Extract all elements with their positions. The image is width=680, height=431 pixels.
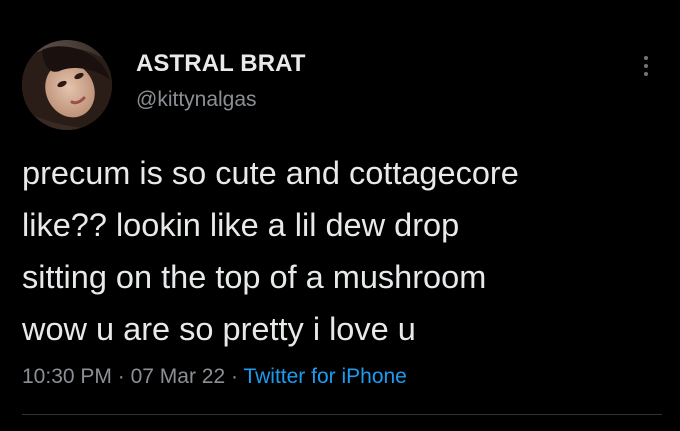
user-avatar-photo-icon <box>22 40 112 130</box>
display-name[interactable]: ASTRAL BRAT <box>136 50 306 78</box>
meta-separator: · <box>117 365 125 388</box>
vertical-ellipsis-icon-dot <box>644 72 648 76</box>
user-handle[interactable]: @kittynalgas <box>136 88 257 112</box>
vertical-ellipsis-icon-dot <box>644 64 648 68</box>
tweet-date[interactable]: 07 Mar 22 <box>131 365 226 388</box>
tweet-text-line: sitting on the top of a mushroom <box>22 259 487 295</box>
more-options-button[interactable] <box>634 50 658 82</box>
tweet-text-line: like?? lookin like a lil dew drop <box>22 207 460 243</box>
divider <box>22 414 662 415</box>
tweet-text: precum is so cute and cottagecore like??… <box>22 147 672 355</box>
tweet-text-line: wow u are so pretty i love u <box>22 311 416 347</box>
tweet-source-link[interactable]: Twitter for iPhone <box>243 365 406 388</box>
tweet-card: ASTRAL BRAT @kittynalgas precum is so cu… <box>0 0 680 431</box>
avatar[interactable] <box>22 40 112 130</box>
vertical-ellipsis-icon <box>644 56 648 60</box>
tweet-text-line: precum is so cute and cottagecore <box>22 155 519 191</box>
meta-separator: · <box>230 365 238 388</box>
tweet-time[interactable]: 10:30 PM <box>22 365 112 388</box>
tweet-metadata: 10:30 PM · 07 Mar 22 · Twitter for iPhon… <box>22 365 407 389</box>
